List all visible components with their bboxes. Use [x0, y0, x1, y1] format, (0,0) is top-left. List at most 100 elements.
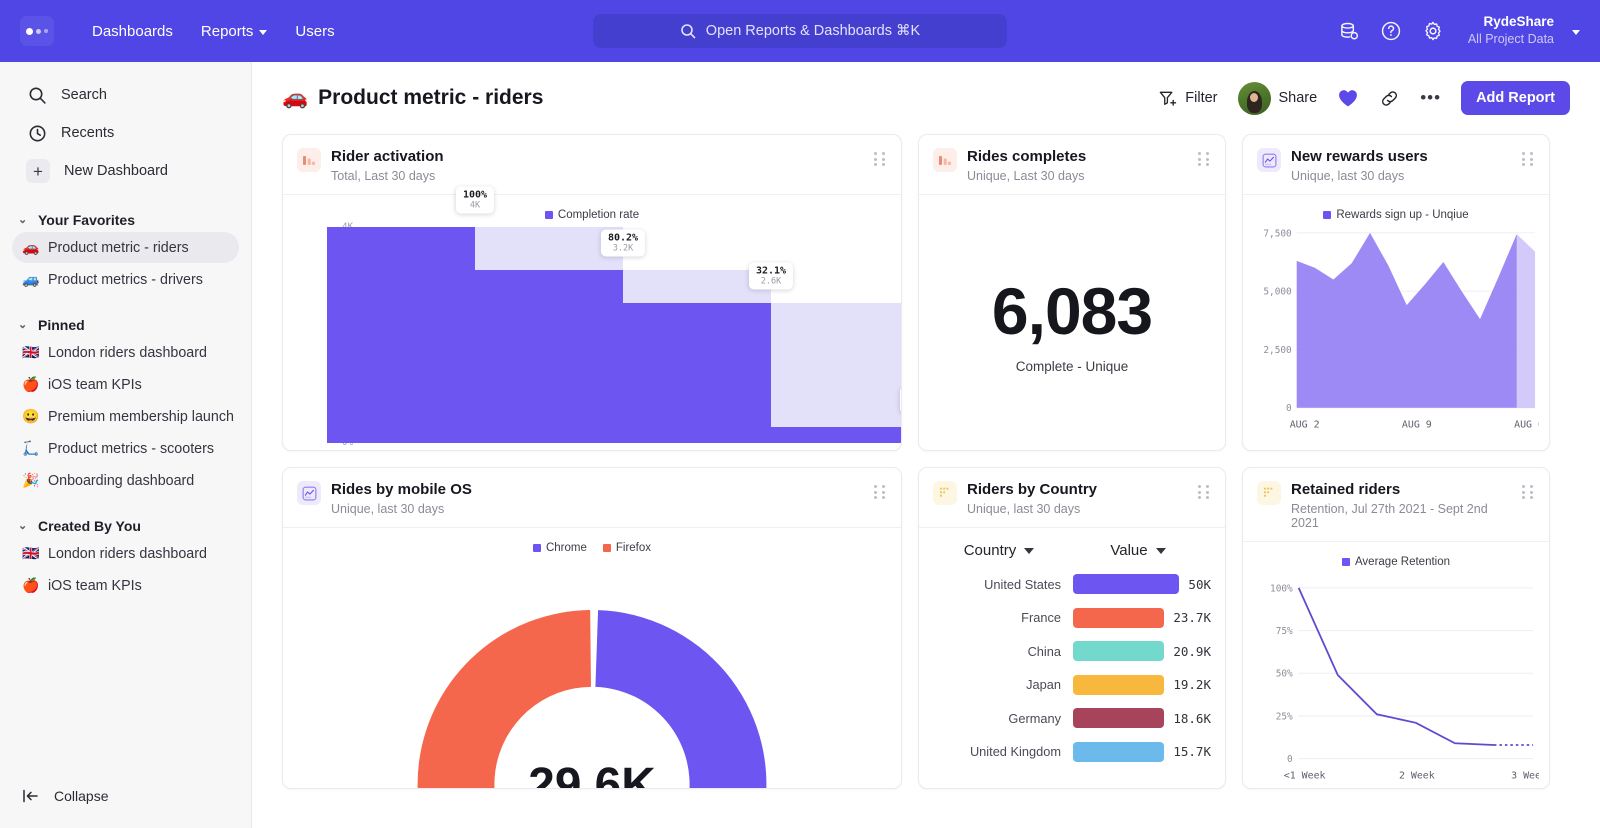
sidebar-item-product-metrics-drivers[interactable]: 🚙 Product metrics - drivers	[12, 264, 239, 295]
sidebar-item-new-dashboard[interactable]: + New Dashboard	[10, 152, 241, 190]
card-drag-handle[interactable]	[1198, 148, 1211, 166]
sidebar-item-london-riders-dashboard-created[interactable]: 🇬🇧 London riders dashboard	[12, 538, 239, 569]
page-title-text: Product metric - riders	[318, 86, 543, 110]
funnel-column[interactable]: 100%4K	[327, 227, 475, 443]
funnel-tooltip: 100%4K	[456, 187, 494, 214]
collapse-label: Collapse	[54, 788, 108, 804]
sidebar-item-onboarding-dashboard[interactable]: 🎉 Onboarding dashboard	[12, 465, 239, 496]
card-header: Rider activation Total, Last 30 days	[283, 135, 901, 195]
clock-icon	[28, 124, 47, 143]
country-bar[interactable]	[1073, 708, 1164, 728]
funnel-bar[interactable]	[327, 227, 475, 443]
country-bar[interactable]	[1073, 608, 1164, 628]
sidebar-item-label: Product metrics - scooters	[48, 441, 214, 457]
svg-text:25%: 25%	[1276, 712, 1293, 723]
table-row[interactable]: United Kingdom15.7K	[933, 735, 1211, 769]
sidebar-group-created-by-you[interactable]: ⌄ Created By You	[0, 518, 251, 534]
chevron-down-icon	[1024, 548, 1034, 554]
card-title: Retained riders	[1291, 481, 1512, 498]
collapse-sidebar-button[interactable]: Collapse	[0, 780, 251, 812]
gear-icon[interactable]	[1422, 20, 1444, 42]
funnel-bar[interactable]	[623, 303, 771, 443]
flag-emoji-icon: 🇬🇧	[22, 545, 39, 562]
nav-link-dashboards[interactable]: Dashboards	[78, 17, 187, 46]
card-drag-handle[interactable]	[1522, 148, 1535, 166]
svg-text:0: 0	[1287, 754, 1293, 765]
country-label: France	[933, 610, 1073, 625]
card-drag-handle[interactable]	[1522, 481, 1535, 499]
country-bar[interactable]	[1073, 742, 1164, 762]
topbar-right-actions: RydeShare All Project Data	[1339, 14, 1584, 47]
funnel-column[interactable]: 80.2%3.2K	[475, 227, 623, 443]
sidebar-item-search[interactable]: Search	[10, 76, 241, 114]
svg-text:50%: 50%	[1276, 669, 1293, 680]
card-drag-handle[interactable]	[1198, 481, 1211, 499]
dashboard-grid: Rider activation Total, Last 30 days Com…	[252, 134, 1600, 789]
sidebar-item-premium-membership-launch[interactable]: 😀 Premium membership launch	[12, 401, 239, 432]
sidebar-item-product-metrics-scooters[interactable]: 🛴 Product metrics - scooters	[12, 433, 239, 464]
database-icon[interactable]	[1339, 21, 1360, 42]
country-value: 19.2K	[1173, 677, 1211, 692]
card-header: Retained riders Retention, Jul 27th 2021…	[1243, 468, 1549, 542]
svg-text:AUG 6: AUG 6	[1514, 420, 1539, 431]
funnel-column[interactable]: 7.7%282	[771, 227, 902, 443]
sidebar: Search Recents + New Dashboard ⌄ Your Fa…	[0, 62, 252, 828]
logo-dot-icon	[26, 28, 33, 35]
legend-item: Rewards sign up - Unqiue	[1323, 209, 1468, 221]
funnel-bar[interactable]	[771, 427, 902, 444]
sidebar-item-ios-team-kpis-created[interactable]: 🍎 iOS team KPIs	[12, 570, 239, 601]
card-header: Rides completes Unique, Last 30 days	[919, 135, 1225, 195]
sidebar-item-label: Search	[61, 87, 107, 103]
country-column-selector[interactable]: Country	[933, 542, 1065, 559]
table-row[interactable]: Germany18.6K	[933, 701, 1211, 735]
card-drag-handle[interactable]	[874, 148, 887, 166]
sidebar-item-label: iOS team KPIs	[48, 578, 142, 594]
share-button[interactable]: Share	[1238, 82, 1318, 115]
add-report-button[interactable]: Add Report	[1461, 81, 1570, 115]
nav-link-users[interactable]: Users	[281, 17, 348, 46]
sidebar-group-your-favorites[interactable]: ⌄ Your Favorites	[0, 212, 251, 228]
account-switcher[interactable]: RydeShare All Project Data	[1468, 14, 1580, 47]
copy-link-icon[interactable]	[1379, 88, 1400, 109]
help-icon[interactable]	[1380, 20, 1402, 42]
share-label: Share	[1279, 90, 1318, 106]
favorite-heart-icon[interactable]	[1337, 88, 1359, 108]
country-bar[interactable]	[1073, 574, 1179, 594]
sidebar-item-product-metric-riders[interactable]: 🚗 Product metric - riders	[12, 232, 239, 263]
funnel-bar[interactable]	[475, 270, 623, 443]
page-title: 🚗 Product metric - riders	[282, 86, 543, 110]
chevron-down-icon: ⌄	[18, 521, 28, 532]
sidebar-group-pinned[interactable]: ⌄ Pinned	[0, 317, 251, 333]
x-axis-tick: First App Open	[327, 449, 466, 451]
chart-legend: Completion rate	[293, 203, 891, 223]
table-row[interactable]: China20.9K	[933, 634, 1211, 668]
table-row[interactable]: Japan19.2K	[933, 668, 1211, 702]
nav-link-reports[interactable]: Reports	[187, 17, 282, 46]
global-search-omnibar[interactable]: Open Reports & Dashboards ⌘K	[593, 14, 1007, 48]
x-axis-tick: Sign Up	[466, 449, 605, 451]
more-horizontal-icon[interactable]: •••	[1420, 93, 1441, 103]
country-column-label: Country	[964, 542, 1017, 559]
filter-button[interactable]: Filter	[1158, 89, 1217, 108]
app-logo[interactable]	[20, 16, 54, 46]
sidebar-item-recents[interactable]: Recents	[10, 114, 241, 152]
value-column-selector[interactable]: Value	[1065, 542, 1211, 559]
sidebar-item-label: Onboarding dashboard	[48, 473, 194, 489]
country-bar[interactable]	[1073, 675, 1164, 695]
sidebar-group-label: Pinned	[38, 317, 85, 333]
legend-label: Average Retention	[1355, 556, 1450, 568]
funnel-tooltip: 80.2%3.2K	[601, 230, 645, 257]
funnel-column[interactable]: 32.1%2.6K	[623, 227, 771, 443]
sidebar-item-ios-team-kpis[interactable]: 🍎 iOS team KPIs	[12, 369, 239, 400]
card-drag-handle[interactable]	[874, 481, 887, 499]
line-chart-icon	[1257, 148, 1281, 172]
sidebar-item-london-riders-dashboard[interactable]: 🇬🇧 London riders dashboard	[12, 337, 239, 368]
country-bar[interactable]	[1073, 641, 1164, 661]
account-subtitle: All Project Data	[1468, 31, 1554, 47]
table-row[interactable]: France23.7K	[933, 601, 1211, 635]
x-axis-tick: Add Payment Type	[744, 449, 883, 451]
funnel-x-labels: First App OpenSign UpLog InAdd Payment T…	[327, 449, 883, 451]
table-row[interactable]: United States50K	[933, 567, 1211, 601]
card-body: Country Value United States50KFrance23.7…	[919, 528, 1225, 788]
sidebar-item-label: iOS team KPIs	[48, 377, 142, 393]
